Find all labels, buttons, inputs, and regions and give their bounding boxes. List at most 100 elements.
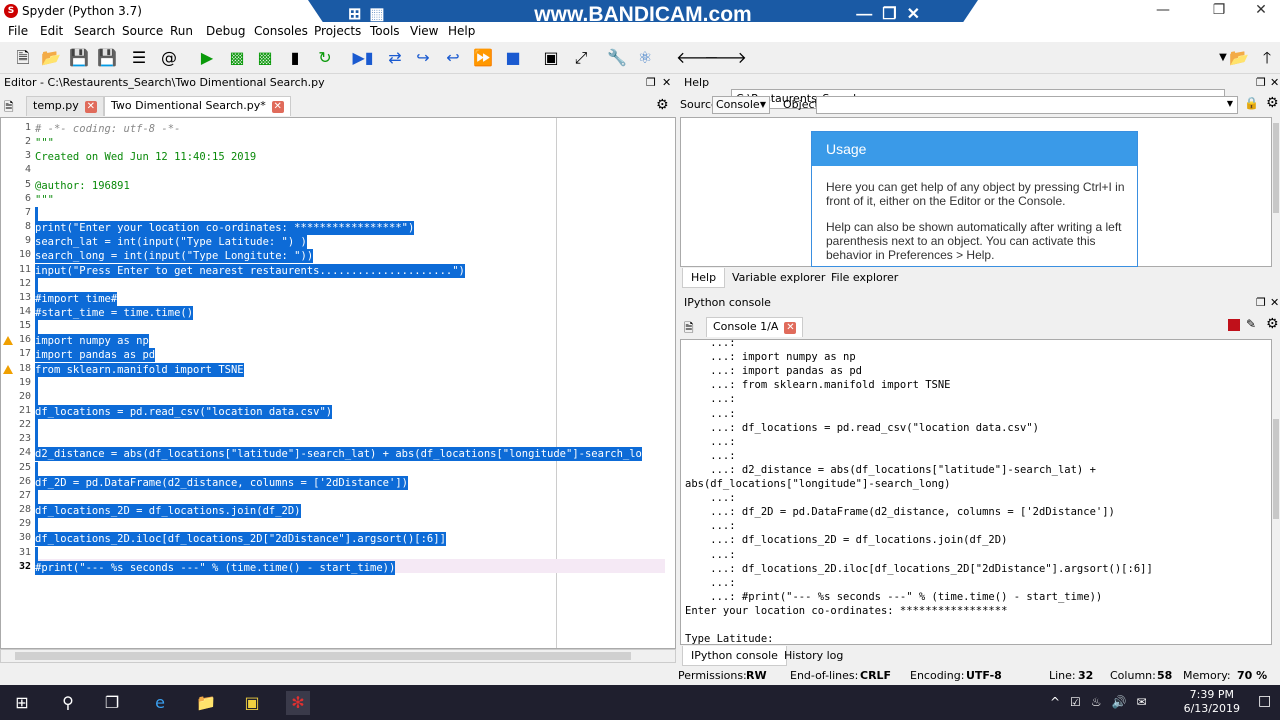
editor-horizontal-scrollbar[interactable] xyxy=(0,649,676,663)
continue-icon[interactable]: ⏩ xyxy=(472,47,494,69)
close-window-button[interactable]: ✕ xyxy=(1238,0,1280,22)
stop-kernel-icon[interactable] xyxy=(1228,319,1240,331)
close-tab-icon[interactable]: ✕ xyxy=(784,322,797,334)
run-icon[interactable]: ▶ xyxy=(196,47,218,69)
tab-ipython-console[interactable]: IPython console xyxy=(682,646,787,666)
undock-icon[interactable]: ❐ xyxy=(646,76,656,90)
menu-consoles[interactable]: Consoles xyxy=(254,24,308,38)
line-number: 12 xyxy=(18,278,31,289)
help-scrollbar[interactable] xyxy=(1272,117,1280,267)
tab-temp-py[interactable]: temp.py ✕ xyxy=(26,96,104,116)
eraser-icon[interactable]: ✎ xyxy=(1246,317,1256,331)
menu-run[interactable]: Run xyxy=(170,24,193,38)
tab-help[interactable]: Help xyxy=(682,268,726,288)
search-icon[interactable]: ⚲ xyxy=(56,691,80,715)
file-explorer-icon[interactable]: 📁 xyxy=(194,691,218,715)
options-gear-icon[interactable]: ⚙ xyxy=(656,97,669,113)
windows-taskbar: ⊞ ⚲ ❐ e 📁 ▣ ✻ ^☑♨🔊✉ 7:39 PM 6/13/2019 □ xyxy=(0,685,1280,720)
help-pane-header: Help ❐ ✕ xyxy=(680,76,1280,92)
line-number: 6 xyxy=(24,193,31,204)
list-icon[interactable]: ☰ xyxy=(128,47,150,69)
close-tab-icon[interactable]: ✕ xyxy=(84,101,97,113)
tab-variable-explorer[interactable]: Variable explorer xyxy=(724,268,833,288)
console-pane-title: IPython console xyxy=(684,296,771,309)
object-label: Object xyxy=(783,98,819,111)
browse-tabs-icon[interactable]: 🗎 xyxy=(4,98,14,119)
notifications-icon[interactable]: □ xyxy=(1258,693,1271,709)
preferences-wrench-icon[interactable]: 🔧 xyxy=(606,47,628,69)
menu-file[interactable]: File xyxy=(8,24,28,38)
menu-debug[interactable]: Debug xyxy=(206,24,245,38)
warning-icon[interactable] xyxy=(3,365,13,374)
console-line: ...: df_locations_2D.iloc[df_locations_2… xyxy=(685,563,1153,575)
code-line: #start_time = time.time() xyxy=(35,306,194,320)
options-gear-icon[interactable]: ⚙ xyxy=(1266,95,1279,111)
run-cell-advance-icon[interactable]: ▩ xyxy=(254,47,276,69)
maximize-pane-icon[interactable]: ▣ xyxy=(540,47,562,69)
edge-browser-icon[interactable]: e xyxy=(148,691,172,715)
object-input[interactable]: ▼ xyxy=(816,96,1238,114)
console-line: ...: xyxy=(685,549,736,561)
minimize-button[interactable]: — xyxy=(1140,0,1186,22)
python-path-icon[interactable]: ⚛ xyxy=(634,47,656,69)
at-sign-icon[interactable]: @ xyxy=(158,47,180,69)
lock-icon[interactable]: 🔒 xyxy=(1244,96,1259,110)
menu-help[interactable]: Help xyxy=(448,24,475,38)
ipython-console[interactable]: ...: ...: import numpy as np ...: import… xyxy=(680,339,1272,645)
scroll-thumb[interactable] xyxy=(1273,419,1279,519)
stop-debug-icon[interactable]: ■ xyxy=(502,47,524,69)
fullscreen-icon[interactable]: ⤢ xyxy=(570,47,592,69)
sticky-app-icon[interactable]: ▣ xyxy=(240,691,264,715)
tab-console-1a[interactable]: Console 1/A ✕ xyxy=(706,317,804,337)
save-icon[interactable]: 💾 xyxy=(68,47,90,69)
source-select[interactable]: Console ▼ xyxy=(712,96,770,114)
forward-arrow-icon[interactable]: 🡒 xyxy=(704,47,747,69)
system-tray-icons[interactable]: ^☑♨🔊✉ xyxy=(1050,695,1157,709)
save-all-icon[interactable]: 💾 xyxy=(96,47,118,69)
console-scrollbar[interactable] xyxy=(1272,339,1280,645)
step-icon[interactable]: ⇄ xyxy=(384,47,406,69)
menu-source[interactable]: Source xyxy=(122,24,163,38)
rerun-icon[interactable]: ↻ xyxy=(314,47,336,69)
browse-tabs-icon[interactable]: 🗎 xyxy=(684,319,694,340)
step-return-icon[interactable]: ↩ xyxy=(442,47,464,69)
code-editor[interactable]: 1 2 3 4 5 6 7 8 9 10 11 12 13 14 15 16 17 18 19 20 21 22 23 24 2… xyxy=(0,117,676,649)
options-gear-icon[interactable]: ⚙ xyxy=(1266,316,1279,332)
editor-pane-header: Editor - C:\Restaurents_Search\Two Dimen… xyxy=(0,76,676,92)
new-file-icon[interactable]: 🗎 xyxy=(12,47,34,69)
clock[interactable]: 7:39 PM 6/13/2019 xyxy=(1184,688,1240,716)
close-pane-icon[interactable]: ✕ xyxy=(662,76,671,90)
usage-title: Usage xyxy=(812,132,1137,166)
close-tab-icon[interactable]: ✕ xyxy=(271,101,284,113)
scroll-thumb[interactable] xyxy=(1273,123,1279,213)
scroll-thumb[interactable] xyxy=(15,652,631,660)
close-pane-icon[interactable]: ✕ xyxy=(1270,296,1279,310)
task-view-icon[interactable]: ❐ xyxy=(100,691,124,715)
warning-icon[interactable] xyxy=(3,336,13,345)
undock-icon[interactable]: ❐ xyxy=(1256,296,1266,310)
tab-history-log[interactable]: History log xyxy=(776,646,851,666)
menu-view[interactable]: View xyxy=(410,24,438,38)
open-file-icon[interactable]: 📂 xyxy=(40,47,62,69)
undock-icon[interactable]: ❐ xyxy=(1256,76,1266,90)
maximize-button[interactable]: ❐ xyxy=(1196,0,1242,22)
back-arrow-icon[interactable]: 🡐 xyxy=(676,47,719,69)
toolbar: 🗎 📂 💾 💾 ☰ @ ▶ ▩ ▩ ▮ ↻ ▶▮ ⇄ ↪ ↩ ⏩ ■ ▣ ⤢ 🔧… xyxy=(0,42,1280,109)
permissions-value: RW xyxy=(746,669,767,682)
run-cell-icon[interactable]: ▩ xyxy=(226,47,248,69)
tab-file-explorer[interactable]: File explorer xyxy=(823,268,906,288)
windows-start-icon[interactable]: ⊞ xyxy=(10,691,34,715)
tab-label: Console 1/A xyxy=(713,320,779,333)
debug-icon[interactable]: ▶▮ xyxy=(352,47,374,69)
close-pane-icon[interactable]: ✕ xyxy=(1270,76,1279,90)
step-into-icon[interactable]: ↪ xyxy=(412,47,434,69)
parent-dir-arrow-icon[interactable]: 🡑 xyxy=(1256,47,1278,69)
menu-projects[interactable]: Projects xyxy=(314,24,361,38)
menu-edit[interactable]: Edit xyxy=(40,24,63,38)
menu-search[interactable]: Search xyxy=(74,24,115,38)
browse-folder-icon[interactable]: 📂 xyxy=(1228,47,1250,69)
run-selection-icon[interactable]: ▮ xyxy=(284,47,306,69)
spyder-taskbar-icon[interactable]: ✻ xyxy=(286,691,310,715)
tab-two-dimentional-search[interactable]: Two Dimentional Search.py* ✕ xyxy=(104,96,291,116)
menu-tools[interactable]: Tools xyxy=(370,24,400,38)
